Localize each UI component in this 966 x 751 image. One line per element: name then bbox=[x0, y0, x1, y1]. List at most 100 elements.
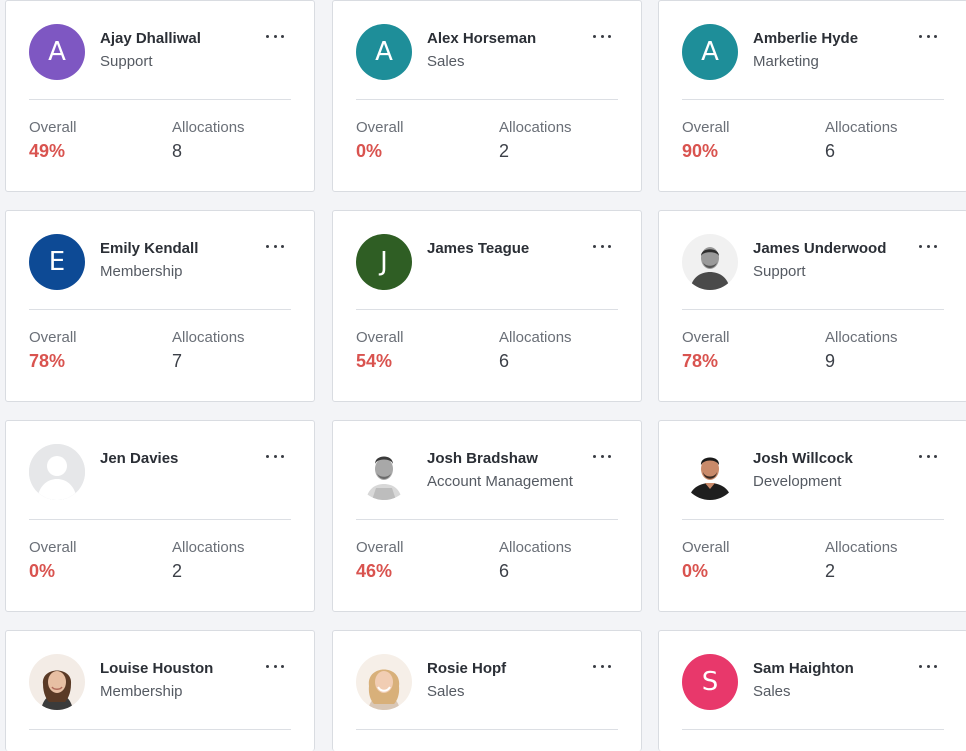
allocations-label: Allocations bbox=[825, 119, 898, 136]
user-card[interactable]: Josh Bradshaw Account Management Overall… bbox=[332, 420, 642, 612]
allocations-label: Allocations bbox=[825, 329, 898, 346]
user-name[interactable]: Josh Willcock bbox=[753, 450, 853, 467]
overall-value: 0% bbox=[682, 561, 709, 581]
overall-label: Overall bbox=[356, 329, 404, 346]
avatar-letter: S bbox=[701, 667, 719, 697]
more-options-icon[interactable] bbox=[593, 29, 611, 43]
user-card[interactable]: Louise Houston Membership bbox=[5, 630, 315, 751]
avatar-letter: A bbox=[375, 37, 393, 67]
user-card[interactable]: A Alex Horseman Sales Overall Allocation… bbox=[332, 0, 642, 192]
overall-label: Overall bbox=[356, 539, 404, 556]
user-name[interactable]: Louise Houston bbox=[100, 660, 213, 677]
divider bbox=[682, 729, 944, 730]
user-department: Marketing bbox=[753, 53, 819, 70]
more-options-icon[interactable] bbox=[919, 449, 937, 463]
user-name[interactable]: Rosie Hopf bbox=[427, 660, 506, 677]
overall-value: 0% bbox=[29, 561, 56, 581]
user-name[interactable]: Ajay Dhalliwal bbox=[100, 30, 201, 47]
overall-value: 54% bbox=[356, 351, 393, 371]
user-department: Sales bbox=[427, 53, 465, 70]
avatar-letter: A bbox=[48, 37, 66, 67]
user-card[interactable]: A Amberlie Hyde Marketing Overall Alloca… bbox=[658, 0, 966, 192]
user-department: Membership bbox=[100, 263, 183, 280]
user-department: Sales bbox=[427, 683, 465, 700]
allocations-value: 2 bbox=[825, 561, 836, 581]
overall-label: Overall bbox=[682, 329, 730, 346]
user-card[interactable]: J James Teague Overall Allocations 54% 6 bbox=[332, 210, 642, 402]
allocations-label: Allocations bbox=[825, 539, 898, 556]
more-options-icon[interactable] bbox=[593, 449, 611, 463]
allocations-value: 7 bbox=[172, 351, 183, 371]
allocations-value: 8 bbox=[172, 141, 183, 161]
allocations-value: 6 bbox=[499, 561, 510, 581]
user-name[interactable]: Jen Davies bbox=[100, 450, 178, 467]
avatar: J bbox=[356, 234, 412, 290]
user-department: Support bbox=[100, 53, 153, 70]
avatar: A bbox=[682, 24, 738, 80]
user-card[interactable]: S Sam Haighton Sales bbox=[658, 630, 966, 751]
user-photo-icon bbox=[682, 444, 738, 500]
more-options-icon[interactable] bbox=[919, 29, 937, 43]
divider bbox=[29, 519, 291, 520]
overall-value: 78% bbox=[29, 351, 66, 371]
divider bbox=[356, 519, 618, 520]
user-photo-icon bbox=[356, 654, 412, 710]
user-card[interactable]: A Ajay Dhalliwal Support Overall Allocat… bbox=[5, 0, 315, 192]
more-options-icon[interactable] bbox=[593, 239, 611, 253]
allocations-label: Allocations bbox=[172, 329, 245, 346]
avatar: S bbox=[682, 654, 738, 710]
divider bbox=[356, 309, 618, 310]
allocations-label: Allocations bbox=[499, 329, 572, 346]
more-options-icon[interactable] bbox=[919, 659, 937, 673]
user-department: Account Management bbox=[427, 473, 573, 490]
allocations-label: Allocations bbox=[499, 539, 572, 556]
user-card[interactable]: E Emily Kendall Membership Overall Alloc… bbox=[5, 210, 315, 402]
user-photo-icon bbox=[356, 444, 412, 500]
divider bbox=[29, 99, 291, 100]
user-department: Support bbox=[753, 263, 806, 280]
overall-label: Overall bbox=[29, 119, 77, 136]
overall-value: 0% bbox=[356, 141, 383, 161]
user-name[interactable]: Amberlie Hyde bbox=[753, 30, 858, 47]
more-options-icon[interactable] bbox=[266, 449, 284, 463]
user-photo-icon bbox=[682, 234, 738, 290]
user-name[interactable]: Sam Haighton bbox=[753, 660, 854, 677]
divider bbox=[682, 519, 944, 520]
divider bbox=[29, 729, 291, 730]
overall-label: Overall bbox=[682, 119, 730, 136]
user-name[interactable]: Emily Kendall bbox=[100, 240, 198, 257]
overall-label: Overall bbox=[29, 539, 77, 556]
allocations-value: 9 bbox=[825, 351, 836, 371]
overall-label: Overall bbox=[682, 539, 730, 556]
user-department: Membership bbox=[100, 683, 183, 700]
more-options-icon[interactable] bbox=[266, 239, 284, 253]
user-card[interactable]: Rosie Hopf Sales bbox=[332, 630, 642, 751]
more-options-icon[interactable] bbox=[593, 659, 611, 673]
user-photo-icon bbox=[29, 654, 85, 710]
user-department: Sales bbox=[753, 683, 791, 700]
user-card-grid: A Ajay Dhalliwal Support Overall Allocat… bbox=[0, 0, 966, 751]
divider bbox=[682, 99, 944, 100]
user-name[interactable]: Alex Horseman bbox=[427, 30, 536, 47]
allocations-label: Allocations bbox=[172, 119, 245, 136]
user-name[interactable]: Josh Bradshaw bbox=[427, 450, 538, 467]
more-options-icon[interactable] bbox=[919, 239, 937, 253]
allocations-label: Allocations bbox=[172, 539, 245, 556]
overall-value: 46% bbox=[356, 561, 393, 581]
allocations-value: 6 bbox=[825, 141, 836, 161]
user-card[interactable]: Jen Davies Overall Allocations 0% 2 bbox=[5, 420, 315, 612]
avatar: A bbox=[356, 24, 412, 80]
user-card[interactable]: James Underwood Support Overall Allocati… bbox=[658, 210, 966, 402]
user-card[interactable]: Josh Willcock Development Overall Alloca… bbox=[658, 420, 966, 612]
more-options-icon[interactable] bbox=[266, 659, 284, 673]
overall-label: Overall bbox=[356, 119, 404, 136]
user-name[interactable]: James Teague bbox=[427, 240, 529, 257]
allocations-value: 2 bbox=[499, 141, 510, 161]
overall-value: 49% bbox=[29, 141, 66, 161]
avatar-letter: E bbox=[48, 247, 66, 277]
avatar: E bbox=[29, 234, 85, 290]
user-name[interactable]: James Underwood bbox=[753, 240, 886, 257]
allocations-value: 2 bbox=[172, 561, 183, 581]
allocations-value: 6 bbox=[499, 351, 510, 371]
more-options-icon[interactable] bbox=[266, 29, 284, 43]
